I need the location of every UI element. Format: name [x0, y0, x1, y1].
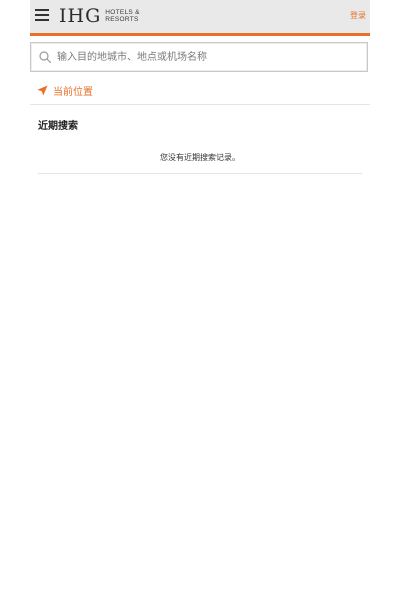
hamburger-menu-icon[interactable]: [35, 8, 49, 22]
recent-searches-empty-message: 您没有近期搜索记录。: [160, 153, 240, 162]
top-bar: IHG HOTELS & RESORTS 登录: [30, 0, 370, 36]
logo-subtitle-line2: RESORTS: [105, 16, 139, 23]
screen: IHG HOTELS & RESORTS 登录 当前位置 近期搜索 您没有近期搜…: [0, 0, 400, 600]
ihg-logo[interactable]: IHG HOTELS & RESORTS: [59, 5, 140, 27]
divider: [30, 104, 370, 105]
recent-searches-title: 近期搜索: [38, 121, 78, 132]
location-arrow-icon: [37, 84, 48, 96]
search-icon: [39, 51, 51, 63]
logo-subtitle-line1: HOTELS &: [105, 9, 140, 16]
logo-wordmark: IHG: [59, 4, 102, 27]
current-location-label: 当前位置: [53, 86, 93, 98]
logo-subtitle: HOTELS & RESORTS: [105, 9, 140, 23]
search-input[interactable]: [57, 47, 357, 67]
login-link[interactable]: 登录: [350, 10, 366, 21]
divider: [38, 173, 362, 174]
current-location-button[interactable]: 当前位置: [37, 82, 93, 98]
search-box[interactable]: [30, 42, 368, 72]
